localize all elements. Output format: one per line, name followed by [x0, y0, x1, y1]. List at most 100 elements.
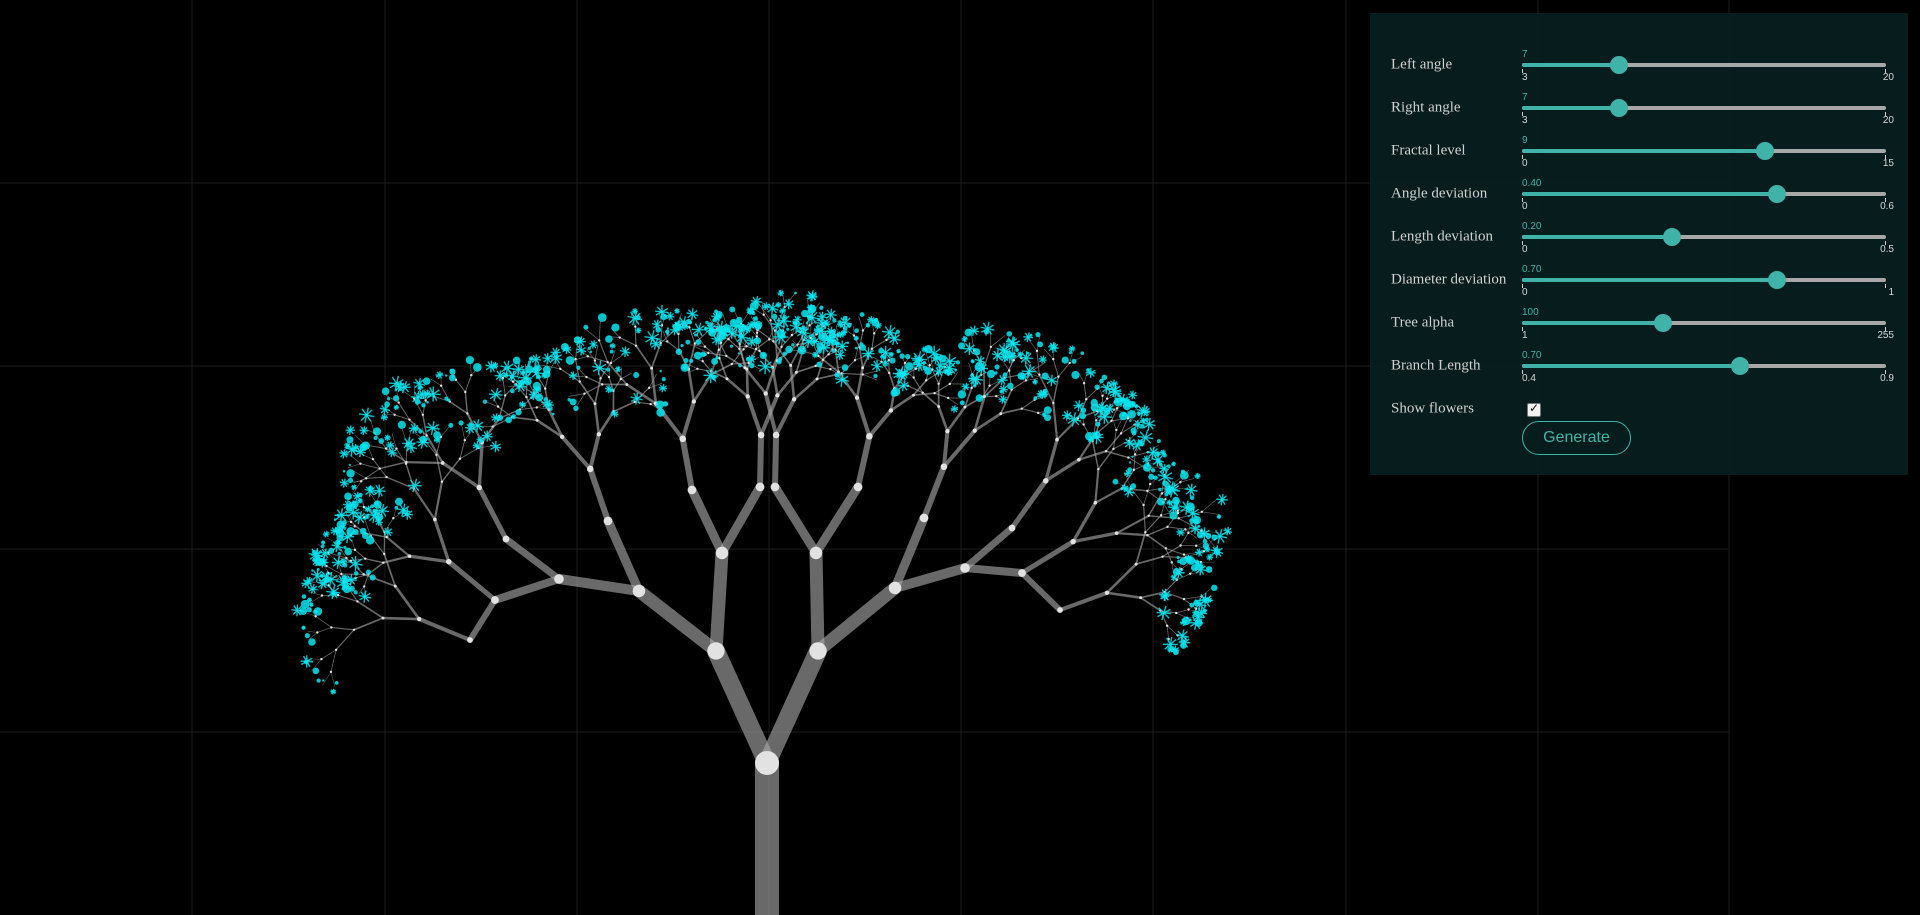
flower-dot: [655, 326, 662, 333]
tree-alpha-slider[interactable]: 100 1 255: [1522, 295, 1894, 341]
branch-segment: [687, 485, 727, 558]
flower-dot: [1211, 584, 1218, 592]
branch-knot: [1008, 369, 1011, 372]
slider-thumb[interactable]: [1755, 142, 1774, 160]
branch-segment: [587, 465, 611, 524]
branch-knot: [1175, 611, 1178, 615]
slider-thumb[interactable]: [1767, 185, 1786, 203]
slider-thumb[interactable]: [1767, 271, 1786, 289]
branch-segment: [407, 554, 451, 564]
branch-segment: [1057, 362, 1071, 378]
flower-star: [777, 289, 784, 297]
branch-segment: [612, 401, 636, 413]
flower-star: [777, 356, 783, 362]
diameter-deviation-slider[interactable]: 0.70 0 1: [1522, 252, 1894, 298]
branch-segment: [1019, 570, 1063, 613]
flower-star: [812, 351, 819, 358]
branch-segment: [1135, 555, 1164, 565]
slider-fill: [1522, 192, 1777, 196]
branch-length-slider[interactable]: 0.70 0.4 0.9: [1522, 338, 1894, 384]
slider-thumb[interactable]: [1663, 228, 1682, 246]
branch-knot: [393, 584, 397, 588]
flower-dot: [738, 363, 742, 368]
flower-dot: [1128, 461, 1132, 464]
branch-knot: [382, 561, 385, 564]
branch-knot: [809, 546, 823, 560]
flower-dot: [831, 348, 836, 353]
flower-dot: [1071, 358, 1077, 364]
angle-deviation-slider[interactable]: 0.40 0 0.6: [1522, 166, 1894, 212]
flower-dot: [1156, 497, 1165, 506]
flower-dot: [378, 438, 385, 444]
branch-knot: [464, 390, 467, 394]
flower-dot: [609, 349, 614, 354]
branch-knot: [1055, 437, 1059, 442]
flower-dot: [786, 327, 790, 331]
branch-knot: [1115, 428, 1118, 432]
branch-knot: [912, 376, 915, 379]
branch-knot: [381, 616, 385, 620]
left-angle-slider[interactable]: 7 3 20: [1522, 37, 1894, 83]
flower-dot: [794, 291, 797, 295]
slider-thumb[interactable]: [1610, 99, 1629, 117]
branch-knot: [715, 546, 729, 560]
fractal-level-slider[interactable]: 9 0 15: [1522, 123, 1894, 169]
branch-knot: [687, 485, 697, 495]
flower-star: [351, 484, 357, 491]
branch-knot: [353, 525, 356, 528]
branch-knot: [649, 402, 652, 406]
flower-dot: [1169, 511, 1178, 520]
flower-star: [541, 372, 548, 379]
branch-segment: [461, 423, 466, 441]
branch-segment: [330, 649, 337, 673]
slider-thumb[interactable]: [1731, 357, 1750, 375]
branch-knot: [866, 432, 873, 440]
flower-dot: [762, 353, 766, 357]
branch-knot: [933, 391, 936, 395]
flower-dot: [755, 324, 762, 331]
slider-thumb[interactable]: [1653, 314, 1672, 332]
flower-dot: [685, 339, 691, 345]
flower-star: [435, 371, 444, 379]
branch-segment: [772, 432, 780, 490]
branch-knot: [925, 379, 928, 382]
generate-button[interactable]: Generate: [1522, 421, 1631, 455]
flower-star: [301, 625, 306, 630]
right-angle-slider[interactable]: 7 3 20: [1522, 80, 1894, 126]
slider-thumb[interactable]: [1610, 56, 1629, 74]
branch-knot: [1142, 503, 1145, 507]
branch-segment: [360, 468, 381, 482]
flower-star: [658, 383, 668, 393]
fractal-level-label: Fractal level: [1391, 142, 1466, 159]
flower-dot: [348, 463, 351, 467]
branch-segment: [353, 617, 384, 631]
flower-dot: [426, 400, 429, 404]
show-flowers-checkbox[interactable]: ✓: [1527, 401, 1541, 417]
flower-dot: [660, 313, 667, 321]
branch-knot: [972, 428, 977, 433]
flower-dot: [841, 364, 849, 371]
flower-dot: [525, 365, 534, 374]
flower-dot: [1192, 515, 1202, 525]
branch-knot: [618, 336, 621, 339]
branch-knot: [405, 460, 408, 464]
flower-star: [1194, 472, 1201, 480]
length-deviation-slider[interactable]: 0.20 0 0.5: [1522, 209, 1894, 255]
branch-knot: [650, 366, 654, 370]
flower-dot: [734, 324, 738, 329]
branch-knot: [378, 467, 381, 470]
flower-star: [970, 359, 975, 364]
flower-star: [779, 307, 787, 315]
flower-dot: [1006, 382, 1014, 390]
branch-knot: [1187, 531, 1190, 535]
branch-knot: [791, 397, 797, 402]
flower-dot: [693, 351, 702, 360]
branch-segment: [1201, 587, 1213, 597]
branch-segment: [322, 671, 332, 686]
branch-segment: [795, 365, 817, 374]
flower-star: [1128, 390, 1138, 400]
branch-knot: [738, 347, 741, 350]
branch-segment: [1058, 590, 1109, 612]
slider-fill: [1522, 149, 1765, 153]
left-angle-value: 7: [1522, 49, 1528, 60]
